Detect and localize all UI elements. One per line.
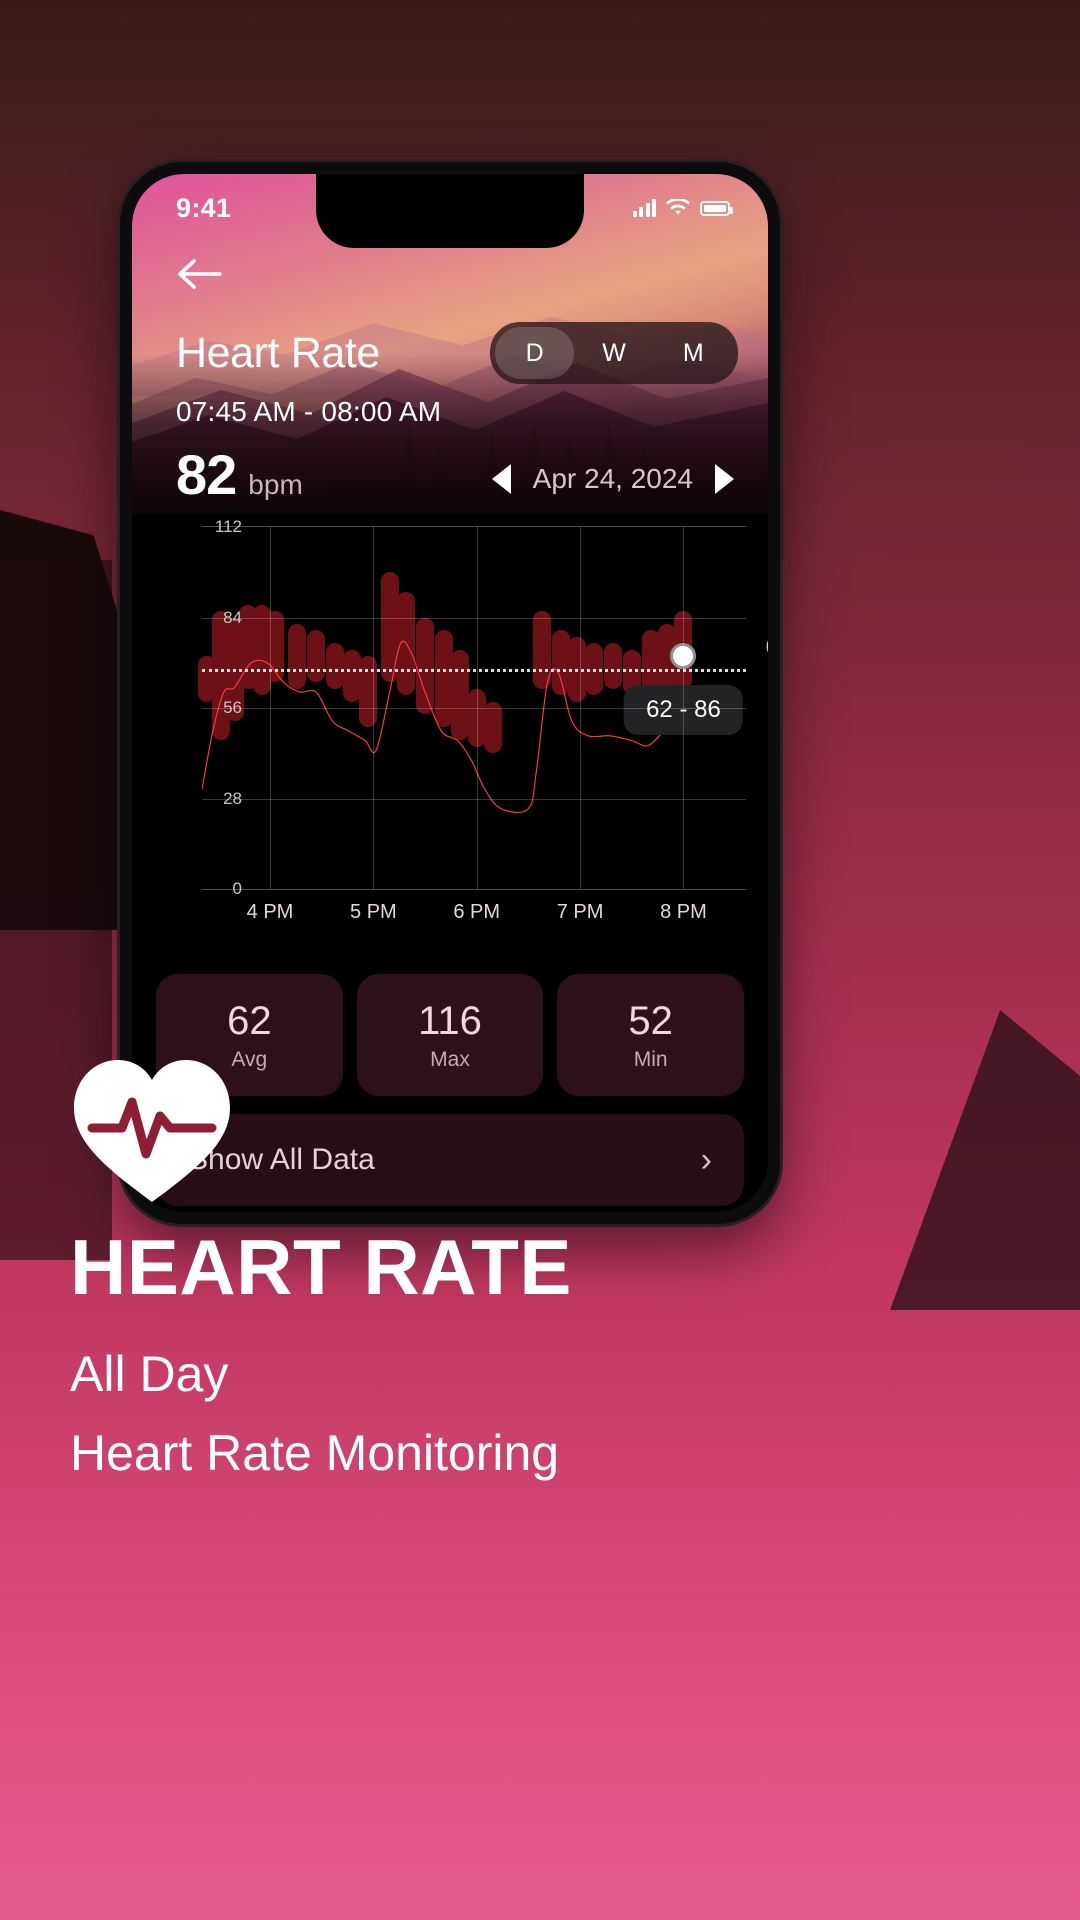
page-title: Heart Rate	[176, 328, 380, 377]
battery-icon	[700, 200, 733, 216]
current-date-label: Apr 24, 2024	[532, 463, 693, 494]
prev-triangle-icon[interactable]	[491, 464, 511, 494]
segment-day[interactable]: D	[495, 327, 575, 379]
stat-card-min[interactable]: 52 Min	[557, 974, 745, 1096]
chart-gridline-vertical	[683, 527, 685, 889]
next-triangle-icon[interactable]	[715, 464, 734, 494]
chart-x-tick-label: 6 PM	[453, 901, 501, 923]
chart-gridline-horizontal	[202, 708, 746, 709]
segment-month[interactable]: M	[654, 327, 733, 379]
background-shape-right	[890, 1010, 1080, 1310]
chart-gridline-vertical	[580, 527, 582, 889]
stat-label: Max	[430, 1047, 470, 1071]
stat-value: 62	[227, 998, 272, 1043]
stat-label: Min	[633, 1047, 668, 1071]
segment-week[interactable]: W	[574, 327, 653, 379]
show-all-data-row[interactable]: Show All Data ›	[156, 1114, 744, 1206]
chart-plot: 62 - 86 68 02856841124 PM5 PM6 PM7 PM8 P…	[198, 517, 768, 923]
chart-baseline	[202, 669, 746, 673]
time-range-label: 07:45 AM - 08:00 AM	[176, 396, 442, 427]
stat-card-max[interactable]: 116 Max	[356, 974, 544, 1096]
chart-y-tick-label: 84	[223, 607, 242, 627]
heart-rate-chart[interactable]: 62 - 86 68 02856841124 PM5 PM6 PM7 PM8 P…	[132, 514, 768, 954]
bpm-unit: bpm	[248, 469, 303, 500]
status-icons	[632, 199, 733, 217]
chart-gridline-vertical	[270, 527, 271, 889]
chart-y-tick-label: 56	[223, 698, 242, 717]
chart-x-tick-label: 7 PM	[556, 901, 604, 923]
bpm-reading: 82 bpm	[176, 442, 303, 507]
chart-gridline-vertical	[373, 527, 375, 889]
chart-gridline-vertical	[476, 527, 478, 889]
chevron-right-icon: ›	[700, 1141, 712, 1179]
back-arrow-icon	[178, 259, 222, 289]
date-navigator: Apr 24, 2024	[491, 463, 734, 495]
chart-y-tick-label: 112	[214, 517, 242, 536]
chart-x-tick-label: 8 PM	[660, 901, 707, 923]
baseline-value-label: 68	[766, 634, 768, 660]
bpm-row: 82 bpm Apr 24, 2024	[176, 442, 734, 507]
chart-y-tick-label: 28	[223, 788, 242, 808]
promo-headline: HEART RATE	[70, 1223, 572, 1311]
chart-gridline-horizontal	[202, 617, 746, 619]
cellular-bars-icon	[632, 199, 656, 217]
title-row: Heart Rate D W M	[176, 322, 738, 384]
promo-subline-2: Heart Rate Monitoring	[70, 1425, 560, 1481]
chart-area: 62 - 86 68 02856841124 PM5 PM6 PM7 PM8 P…	[158, 517, 768, 923]
chart-y-tick-label: 0	[232, 879, 242, 898]
status-time: 9:41	[176, 192, 232, 223]
phone-notch	[316, 174, 584, 248]
heart-pulse-icon	[74, 1060, 230, 1202]
bpm-value: 82	[176, 443, 237, 506]
wifi-icon	[666, 199, 690, 215]
stat-value: 116	[418, 998, 482, 1043]
stats-row: 62 Avg 116 Max 52 Min	[156, 974, 745, 1096]
chart-gridline-horizontal	[202, 798, 746, 800]
back-button[interactable]	[176, 252, 228, 296]
stat-value: 52	[628, 998, 673, 1043]
promo-subline-1: All Day	[70, 1346, 229, 1402]
period-segmented-control[interactable]: D W M	[490, 322, 738, 384]
chart-x-tick-label: 4 PM	[246, 901, 294, 923]
chart-x-tick-label: 5 PM	[350, 901, 397, 923]
